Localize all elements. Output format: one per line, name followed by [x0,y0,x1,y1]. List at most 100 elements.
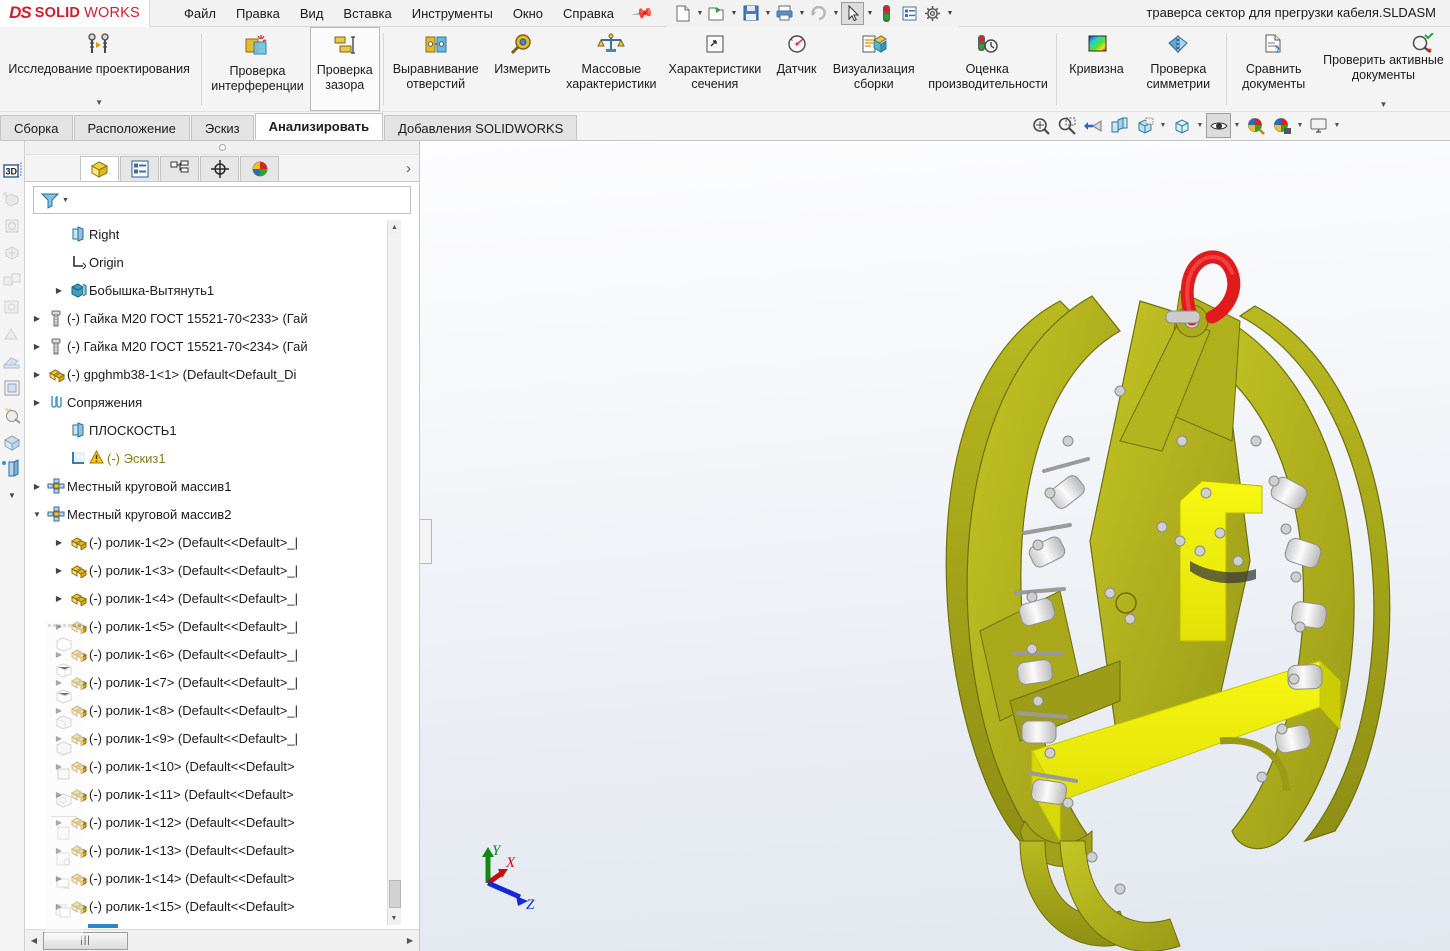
tree-scroll-thumb[interactable] [389,880,401,908]
save-icon[interactable] [739,2,762,25]
print-icon[interactable] [773,2,796,25]
ribbon-section-properties[interactable]: Характеристики сечения [663,27,768,111]
apply-scene-caret[interactable]: ▼ [1295,122,1305,129]
chevron-right-icon[interactable] [29,398,45,407]
settings-caret[interactable]: ▼ [944,10,955,17]
ribbon-design-study[interactable]: Исследование проектирования ▼ [0,27,198,111]
section-view-icon[interactable] [1106,113,1131,138]
dimxpert-manager-tab[interactable] [200,156,239,181]
hide-show-items-icon[interactable] [1206,113,1231,138]
tree-row[interactable]: (-) ролик-1<13> (Default<<Default> [25,836,419,864]
ribbon-mass-properties[interactable]: Массовые характеристики [560,27,662,111]
graphics-viewport[interactable]: Y X Z [420,141,1450,951]
tree-row[interactable]: (-) ролик-1<15> (Default<<Default> [25,892,419,920]
display-states-icon[interactable] [51,898,77,924]
chevron-right-icon[interactable] [29,482,45,491]
chevron-right-icon[interactable]: › [406,160,411,177]
view-orientation-caret[interactable]: ▼ [1158,122,1168,129]
save-caret[interactable]: ▼ [762,10,773,17]
tree-row[interactable]: (-) ролик-1<4> (Default<<Default>_| [25,584,419,612]
view-settings-icon[interactable] [1306,113,1331,138]
menu-file[interactable]: Файл [174,2,226,25]
rebuild-traffic-light-icon[interactable] [875,2,898,25]
options-list-icon[interactable] [898,2,921,25]
tab-assembly[interactable]: Сборка [0,115,73,140]
select-caret[interactable]: ▼ [864,10,875,17]
design-study-dropdown-caret[interactable]: ▼ [95,98,103,107]
scroll-right-icon[interactable]: ▶ [401,936,419,945]
chevron-right-icon[interactable] [51,286,67,295]
tree-row[interactable]: (-) ролик-1<6> (Default<<Default>_| [25,640,419,668]
ribbon-curvature[interactable]: Кривизна [1060,27,1133,111]
menu-edit[interactable]: Правка [226,2,290,25]
perspective-icon[interactable] [51,787,77,813]
3d-sketch-icon[interactable]: 3D [1,159,23,184]
tree-row[interactable]: (-) ролик-1<12> (Default<<Default> [25,808,419,836]
menu-view[interactable]: Вид [290,2,334,25]
tree-row[interactable]: (-) Эскиз1 [25,444,419,472]
tab-layout[interactable]: Расположение [73,115,190,140]
filter-dropdown-caret[interactable]: ▼ [62,197,69,204]
ribbon-symmetry-check[interactable]: Проверка симметрии [1133,27,1223,111]
tree-row[interactable]: (-) Гайка М20 ГОСТ 15521-70<233> (Гай [25,304,419,332]
chevron-right-icon[interactable] [51,538,67,547]
ribbon-check-active-documents[interactable]: Проверить активные документы ▼ [1317,27,1450,111]
tree-filter-bar[interactable]: ▼ [33,186,411,214]
ribbon-clearance-verification[interactable]: Проверка зазора [309,27,380,111]
print-caret[interactable]: ▼ [796,10,807,17]
check-active-documents-dropdown-caret[interactable]: ▼ [1379,100,1387,109]
tree-row[interactable]: Местный круговой массив1 [25,472,419,500]
ribbon-measure[interactable]: Измерить [485,27,560,111]
tree-row[interactable]: (-) ролик-1<11> (Default<<Default> [25,780,419,808]
tree-row[interactable]: ПЛОСКОСТЬ1 [25,416,419,444]
new-document-icon[interactable] [671,2,694,25]
menu-help[interactable]: Справка [553,2,624,25]
ribbon-sensor[interactable]: Датчик [767,27,826,111]
tree-row[interactable]: Местный круговой массив2 [25,500,419,528]
wireframe-icon[interactable] [51,631,77,657]
tree-horizontal-scrollbar[interactable]: ◀ ||| ▶ [25,929,419,951]
display-style-caret[interactable]: ▼ [1195,122,1205,129]
chevron-right-icon[interactable] [29,314,45,323]
tree-row[interactable]: (-) gpghmb38-1<1> (Default<Default_Di [25,360,419,388]
settings-gear-icon[interactable] [921,2,944,25]
tab-analyze[interactable]: Анализировать [254,113,384,140]
chevron-right-icon[interactable] [29,342,45,351]
chevron-right-icon[interactable] [51,566,67,575]
tree-scroll-up-arrow[interactable]: ▲ [388,220,401,234]
cable-reloading-traverse-model[interactable]: Y X Z [420,141,1450,951]
tree-row[interactable]: (-) ролик-1<14> (Default<<Default> [25,864,419,892]
tree-row[interactable]: (-) ролик-1<2> (Default<<Default>_| [25,528,419,556]
scroll-left-icon[interactable]: ◀ [25,936,43,945]
tab-solidworks-addins[interactable]: Добавления SOLIDWORKS [384,115,578,140]
display-manager-tab[interactable] [240,156,279,181]
tab-sketch[interactable]: Эскиз [190,115,254,140]
zoom-to-fit-icon[interactable] [1028,113,1053,138]
view-settings-caret[interactable]: ▼ [1332,122,1342,129]
tree-row[interactable]: Сопряжения [25,388,419,416]
hide-show-items-caret[interactable]: ▼ [1232,122,1242,129]
ribbon-performance-evaluation[interactable]: Оценка производительности [922,27,1053,111]
tree-row[interactable]: Origin [25,248,419,276]
tree-row[interactable]: Бобышка-Вытянуть1 [25,276,419,304]
undo-icon[interactable] [807,2,830,25]
open-document-caret[interactable]: ▼ [728,10,739,17]
tree-row[interactable]: (-) Гайка М20 ГОСТ 15521-70<234> (Гай [25,332,419,360]
chevron-right-icon[interactable] [29,370,45,379]
display-style-icon[interactable] [1169,113,1194,138]
tree-row[interactable]: (-) ролик-1<8> (Default<<Default>_| [25,696,419,724]
shaded-icon[interactable] [51,735,77,761]
tree-row[interactable]: (-) ролик-1<7> (Default<<Default>_| [25,668,419,696]
feature-tree[interactable]: Right Origin Бобышка-Вытянуть1 (-) Гайка М2… [25,218,419,925]
ribbon-interference-detection[interactable]: Проверка интерференции [205,27,310,111]
open-document-icon[interactable] [705,2,728,25]
zoom-to-area-icon[interactable] [1054,113,1079,138]
hidden-lines-removed-icon[interactable] [51,683,77,709]
edit-appearance-icon[interactable] [1243,113,1268,138]
tree-scroll-down-arrow[interactable]: ▼ [388,911,400,925]
ribbon-assembly-visualization[interactable]: Визуализация сборки [826,27,922,111]
feature-manager-tab[interactable] [80,156,119,181]
shaded-with-edges-icon[interactable] [51,709,77,735]
configuration-manager-tab[interactable] [160,156,199,181]
viewport-panel-tab[interactable] [420,519,432,564]
